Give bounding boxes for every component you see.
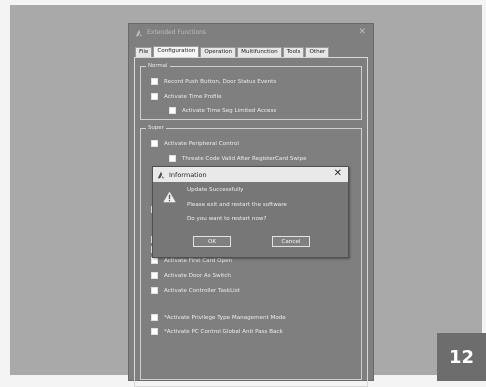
checkbox[interactable] [151, 314, 158, 321]
tab-strip: File Configuration Operation Multifuncti… [135, 46, 330, 57]
option-activate-first-card-open[interactable]: Activate First Card Open [151, 257, 232, 264]
dialog-titlebar[interactable]: Information ✕ [153, 167, 348, 182]
option-label: Activate Door As Switch [164, 272, 231, 279]
option-time-seg-limited-access[interactable]: Activate Time Seg Limited Access [169, 107, 276, 114]
window-title: Extended Functions [147, 29, 207, 36]
option-activate-time-profile[interactable]: Activate Time Profile [151, 93, 222, 100]
checkbox[interactable] [151, 140, 158, 147]
option-pc-control-anti-pass-back[interactable]: *Activate PC Control Global Anti Pass Ba… [151, 328, 283, 335]
dialog-message-line: Please exit and restart the software [187, 202, 287, 208]
option-activate-door-as-switch[interactable]: Activate Door As Switch [151, 272, 231, 279]
tab-tools[interactable]: Tools [282, 47, 305, 57]
information-dialog: Information ✕ Update Successfully Please… [152, 166, 349, 258]
dialog-title: Information [169, 170, 207, 179]
option-activate-controller-tasklist[interactable]: Activate Controller TaskList [151, 287, 240, 294]
tab-other[interactable]: Other [305, 47, 330, 57]
tab-multifunction[interactable]: Multifunction [237, 47, 282, 57]
checkbox[interactable] [151, 78, 158, 85]
checkbox[interactable] [169, 107, 176, 114]
option-privilege-type-management[interactable]: *Activate Privilege Type Management Mode [151, 314, 286, 321]
option-label: Activate Peripheral Control [164, 140, 239, 147]
option-activate-peripheral-control[interactable]: Activate Peripheral Control [151, 140, 239, 147]
tab-file[interactable]: File [135, 47, 153, 57]
app-logo-icon [135, 29, 143, 36]
checkbox[interactable] [151, 287, 158, 294]
checkbox[interactable] [151, 328, 158, 335]
window-close-icon[interactable]: ✕ [358, 27, 366, 37]
option-threate-code-valid[interactable]: Threate Code Valid After RegisterCard Sw… [169, 155, 307, 162]
app-logo-icon [157, 171, 165, 178]
checkbox[interactable] [151, 257, 158, 264]
option-label: Threate Code Valid After RegisterCard Sw… [182, 155, 307, 162]
dialog-message-line: Do you want to restart now? [187, 216, 267, 222]
ok-button[interactable]: OK [193, 236, 231, 247]
option-label: Record Push Button, Door Status Events [164, 78, 277, 85]
dialog-message-line: Update Successfully [187, 187, 244, 193]
page-number-badge: 12 [437, 333, 486, 381]
cancel-button[interactable]: Cancel [272, 236, 310, 247]
option-label: *Activate Privilege Type Management Mode [164, 314, 286, 321]
option-label: Activate Time Profile [164, 93, 222, 100]
checkbox[interactable] [169, 155, 176, 162]
option-label: Activate Time Seg Limited Access [182, 107, 277, 114]
super-group-label: Super [146, 125, 166, 131]
warning-icon [163, 191, 176, 203]
tab-configuration[interactable]: Configuration [153, 46, 200, 57]
window-titlebar[interactable]: Extended Functions ✕ [129, 24, 373, 41]
normal-group-label: Normal [146, 63, 170, 69]
option-label: *Activate PC Control Global Anti Pass Ba… [164, 328, 283, 335]
checkbox[interactable] [151, 93, 158, 100]
checkbox[interactable] [151, 272, 158, 279]
option-label: Activate Controller TaskList [164, 287, 240, 294]
option-label: Activate First Card Open [164, 257, 233, 264]
option-record-push-button[interactable]: Record Push Button, Door Status Events [151, 78, 276, 85]
dialog-close-icon[interactable]: ✕ [334, 168, 342, 179]
tab-operation[interactable]: Operation [200, 47, 237, 57]
